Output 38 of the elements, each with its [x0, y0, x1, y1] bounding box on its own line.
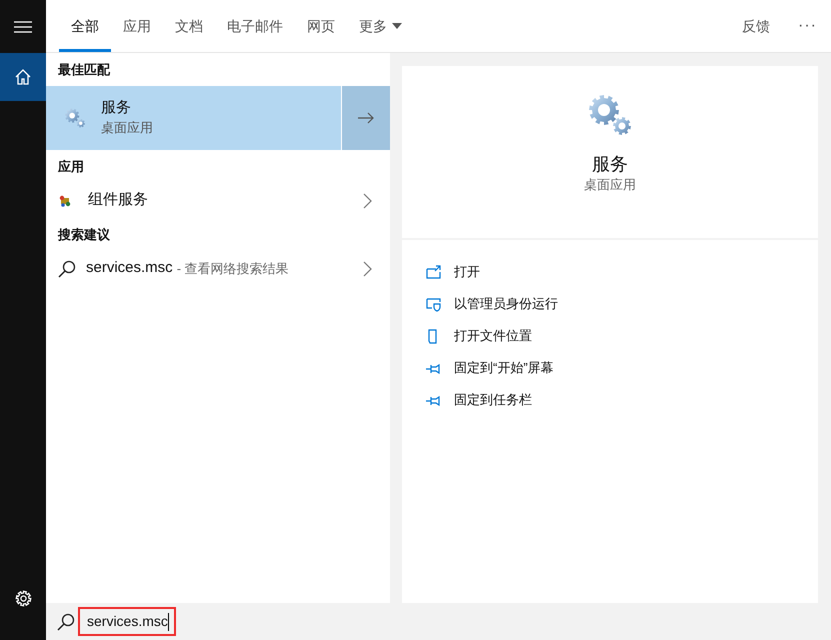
action-link[interactable]: 打开 — [426, 256, 480, 288]
chevron-right-icon — [363, 260, 372, 276]
menu-icon[interactable] — [14, 20, 32, 32]
filter-tab[interactable]: 网页 — [295, 0, 347, 52]
arrow-right-icon — [358, 112, 374, 124]
home-button[interactable] — [0, 53, 46, 101]
filter-tab[interactable]: 文档 — [163, 0, 215, 52]
feedback-button[interactable]: 反馈 — [742, 16, 770, 36]
result-hint: - 查看网络搜索结果 — [176, 260, 289, 278]
filter-tab[interactable]: 更多 — [347, 0, 414, 52]
gears-icon — [64, 108, 86, 128]
action-link[interactable]: 固定到任务栏 — [426, 384, 532, 416]
section-heading: 搜索建议 — [56, 226, 111, 244]
search-field[interactable]: services.msc — [78, 607, 176, 636]
open-window-icon — [426, 264, 441, 280]
home-icon — [15, 69, 31, 85]
settings-icon[interactable] — [14, 590, 32, 607]
search-icon — [57, 612, 75, 630]
chevron-right-icon — [363, 192, 372, 208]
section-heading: 最佳匹配 — [57, 60, 112, 79]
detail-title: 服务 — [592, 153, 628, 176]
result-subtitle: 桌面应用 — [101, 119, 153, 137]
action-link[interactable]: 固定到“开始”屏幕 — [426, 352, 554, 384]
detail-subtitle: 桌面应用 — [584, 176, 636, 194]
gears-icon — [588, 94, 632, 136]
action-link[interactable]: 打开文件位置 — [426, 320, 532, 352]
action-link[interactable]: 以管理员身份运行 — [426, 288, 558, 320]
section-heading: 应用 — [56, 158, 85, 176]
shield-icon — [426, 296, 441, 312]
component-icon — [58, 194, 72, 208]
more-button[interactable]: ··· — [798, 14, 817, 38]
filter-tab[interactable]: 电子邮件 — [215, 0, 295, 52]
filter-tab[interactable]: 应用 — [111, 0, 163, 52]
result-item[interactable]: services.msc - 查看网络搜索结果 — [46, 251, 390, 286]
result-title: 服务 — [101, 98, 132, 118]
result-item[interactable]: 组件服务 — [46, 183, 390, 218]
search-icon — [58, 260, 76, 278]
result-item[interactable]: 服务 桌面应用 — [46, 86, 341, 150]
